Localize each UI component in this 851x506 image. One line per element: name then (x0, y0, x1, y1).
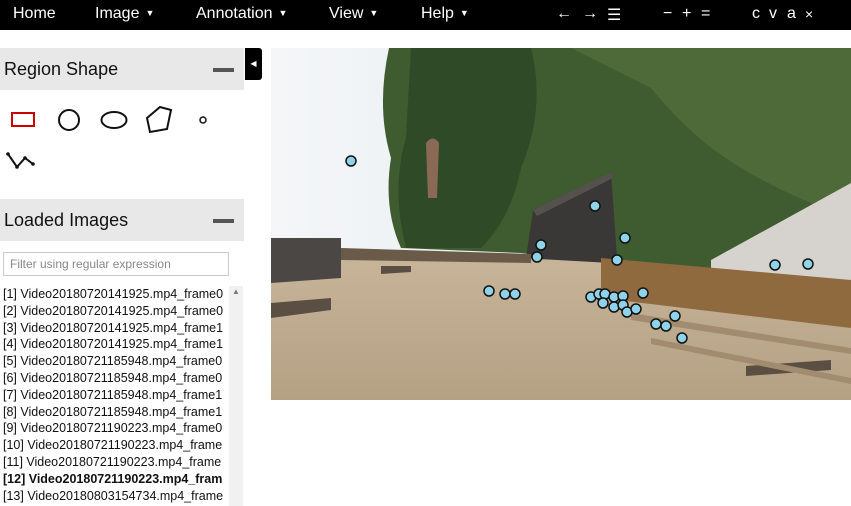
prev-image-button[interactable]: ← (556, 5, 572, 23)
loaded-images-header[interactable]: Loaded Images (0, 199, 244, 241)
next-image-button[interactable]: → (582, 5, 598, 23)
menu-help-label: Help (421, 5, 454, 22)
image-list-scrollbar[interactable]: ▲ (229, 286, 243, 506)
image-list-item[interactable]: [12] Video20180721190223.mp4_fram (0, 471, 229, 488)
image-list-button[interactable]: ☰ (607, 5, 621, 25)
image-list: [1] Video20180720141925.mp4_frame0 [2] Vi… (0, 286, 229, 506)
circle-shape-icon[interactable] (56, 107, 82, 133)
image-canvas[interactable] (271, 48, 851, 400)
image-list-item[interactable]: [5] Video20180721185948.mp4_frame0 (0, 353, 229, 370)
region-shape-title: Region Shape (4, 59, 119, 79)
menu-view[interactable]: View ▼ (329, 5, 378, 23)
caret-down-icon: ▼ (369, 8, 379, 18)
ellipse-shape-icon[interactable] (99, 109, 129, 131)
image-list-item[interactable]: [2] Video20180720141925.mp4_frame0 (0, 303, 229, 320)
toolbar-spacer (0, 30, 851, 36)
select-all-button[interactable]: a (787, 5, 796, 23)
collapse-sidebar-button[interactable]: ◀ (245, 48, 262, 80)
menu-annotation-label: Annotation (196, 5, 273, 22)
caret-down-icon: ▼ (145, 8, 155, 18)
zoom-reset-button[interactable]: = (701, 5, 710, 23)
menu-help[interactable]: Help ▼ (421, 5, 469, 23)
image-list-item[interactable]: [6] Video20180721185948.mp4_frame0 (0, 370, 229, 387)
collapse-minus-icon[interactable] (213, 68, 234, 72)
image-filter-input[interactable] (3, 252, 229, 276)
scroll-up-arrow-icon[interactable]: ▲ (229, 286, 243, 298)
image-list-item[interactable]: [4] Video20180720141925.mp4_frame1 (0, 336, 229, 353)
menu-image[interactable]: Image ▼ (95, 5, 154, 23)
menu-home[interactable]: Home (13, 5, 56, 23)
menu-annotation[interactable]: Annotation ▼ (196, 5, 287, 23)
menu-image-label: Image (95, 5, 140, 22)
zoom-in-button[interactable]: + (682, 5, 691, 23)
caret-down-icon: ▼ (459, 8, 469, 18)
image-list-item[interactable]: [3] Video20180720141925.mp4_frame1 (0, 320, 229, 337)
menu-view-label: View (329, 5, 364, 22)
region-shape-header[interactable]: Region Shape (0, 48, 244, 90)
polygon-shape-icon[interactable] (143, 104, 175, 136)
image-list-item[interactable]: [11] Video20180721190223.mp4_frame (0, 454, 229, 471)
point-shape-icon[interactable] (196, 113, 210, 127)
rectangle-shape-icon[interactable] (10, 110, 38, 128)
annotated-image (271, 48, 851, 400)
caret-down-icon: ▼ (278, 8, 288, 18)
collapse-minus-icon[interactable] (213, 219, 234, 223)
paste-region-button[interactable]: v (769, 5, 777, 23)
image-list-item[interactable]: [7] Video20180721185948.mp4_frame1 (0, 387, 229, 404)
delete-region-button[interactable]: × (805, 6, 813, 22)
left-sidebar: Region Shape Loaded Images [1] Video2018… (0, 48, 244, 506)
image-list-item[interactable]: [13] Video20180803154734.mp4_frame (0, 488, 229, 505)
image-list-item[interactable]: [10] Video20180721190223.mp4_frame (0, 437, 229, 454)
polyline-shape-icon[interactable] (6, 151, 36, 171)
loaded-images-title: Loaded Images (4, 210, 129, 230)
image-list-item[interactable]: [9] Video20180721190223.mp4_frame0 (0, 420, 229, 437)
image-list-item[interactable]: [8] Video20180721185948.mp4_frame1 (0, 404, 229, 421)
copy-region-button[interactable]: c (752, 5, 760, 23)
top-menu-bar: Home Image ▼ Annotation ▼ View ▼ Help ▼ ← → … (0, 0, 851, 30)
zoom-out-button[interactable]: − (663, 5, 672, 23)
image-list-item[interactable]: [1] Video20180720141925.mp4_frame0 (0, 286, 229, 303)
